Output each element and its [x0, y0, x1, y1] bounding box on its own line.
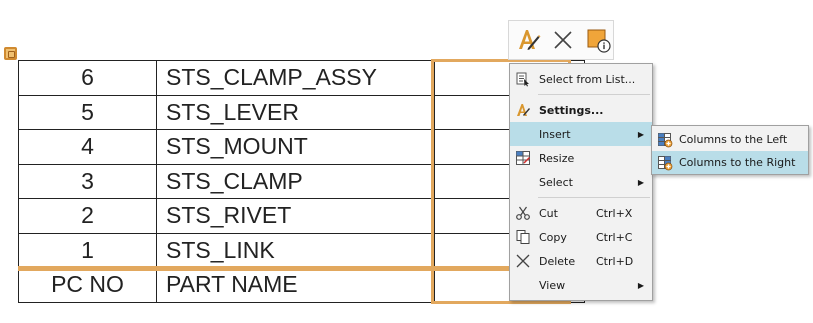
menu-item-label: Columns to the Right: [679, 156, 796, 169]
pc-no-cell[interactable]: 1: [18, 232, 157, 268]
menu-item-label: Resize: [539, 151, 575, 165]
menu-item-label: Select: [539, 175, 573, 189]
menu-item-label: View: [539, 278, 566, 292]
menu-item-copy[interactable]: Copy Ctrl+C: [510, 225, 652, 249]
menu-item-shortcut: Ctrl+C: [596, 230, 633, 244]
menu-item-columns-left[interactable]: Columns to the Left: [652, 128, 808, 151]
pc-no-cell[interactable]: 6: [18, 60, 157, 96]
pc-no-cell[interactable]: 4: [18, 129, 157, 165]
menu-item-settings[interactable]: Settings...: [510, 98, 652, 122]
menu-item-view[interactable]: View ▶: [510, 273, 652, 297]
pc-no-cell[interactable]: 2: [18, 198, 157, 234]
selected-row-highlight: [18, 266, 514, 271]
submenu-arrow-icon: ▶: [637, 280, 644, 290]
table-anchor-handle[interactable]: [4, 47, 17, 60]
delete-icon: [516, 254, 530, 268]
menu-item-cut[interactable]: Cut Ctrl+X: [510, 201, 652, 225]
context-menu: Select from List... Settings... Insert ▶…: [509, 63, 653, 301]
cut-icon: [516, 206, 530, 220]
menu-item-label: Select from List...: [539, 72, 636, 86]
menu-item-shortcut: Ctrl+D: [596, 254, 634, 268]
select-from-list-icon: [516, 72, 529, 87]
submenu-arrow-icon: ▶: [637, 177, 644, 187]
mini-toolbar: [508, 20, 614, 60]
menu-item-label: Columns to the Left: [679, 133, 788, 146]
part-name-header[interactable]: PART NAME: [156, 267, 435, 303]
menu-item-delete[interactable]: Delete Ctrl+D: [510, 249, 652, 273]
menu-separator: [538, 197, 650, 198]
menu-item-label: Settings...: [539, 103, 604, 117]
menu-item-label: Insert: [539, 127, 571, 141]
annotation-properties-icon[interactable]: [584, 25, 613, 55]
part-name-cell[interactable]: STS_MOUNT: [156, 129, 435, 165]
part-name-cell[interactable]: STS_LEVER: [156, 94, 435, 130]
menu-separator: [538, 94, 650, 95]
submenu-arrow-icon: ▶: [637, 129, 644, 139]
part-name-cell[interactable]: STS_RIVET: [156, 198, 435, 234]
part-name-cell[interactable]: STS_CLAMP_ASSY: [156, 60, 435, 96]
part-name-cell[interactable]: STS_CLAMP: [156, 163, 435, 199]
menu-item-resize[interactable]: Resize: [510, 146, 652, 170]
copy-icon: [516, 230, 530, 244]
menu-item-label: Cut: [539, 206, 558, 220]
menu-item-columns-right[interactable]: Columns to the Right: [652, 151, 808, 174]
menu-item-select-from-list[interactable]: Select from List...: [510, 67, 652, 91]
part-name-cell[interactable]: STS_LINK: [156, 232, 435, 268]
settings-icon[interactable]: [513, 25, 542, 55]
pc-no-cell[interactable]: 5: [18, 94, 157, 130]
close-icon[interactable]: [548, 25, 577, 55]
menu-item-shortcut: Ctrl+X: [596, 206, 633, 220]
settings-icon: [517, 104, 530, 116]
menu-item-label: Delete: [539, 254, 576, 268]
pc-no-header[interactable]: PC NO: [18, 267, 157, 303]
menu-item-select[interactable]: Select ▶: [510, 170, 652, 194]
resize-icon: [516, 151, 531, 165]
menu-item-label: Copy: [539, 230, 567, 244]
menu-item-insert[interactable]: Insert ▶: [510, 122, 652, 146]
pc-no-cell[interactable]: 3: [18, 163, 157, 199]
insert-column-left-icon: [658, 133, 673, 148]
insert-submenu: Columns to the Left Columns to the Right: [651, 125, 809, 175]
insert-column-right-icon: [658, 156, 673, 171]
